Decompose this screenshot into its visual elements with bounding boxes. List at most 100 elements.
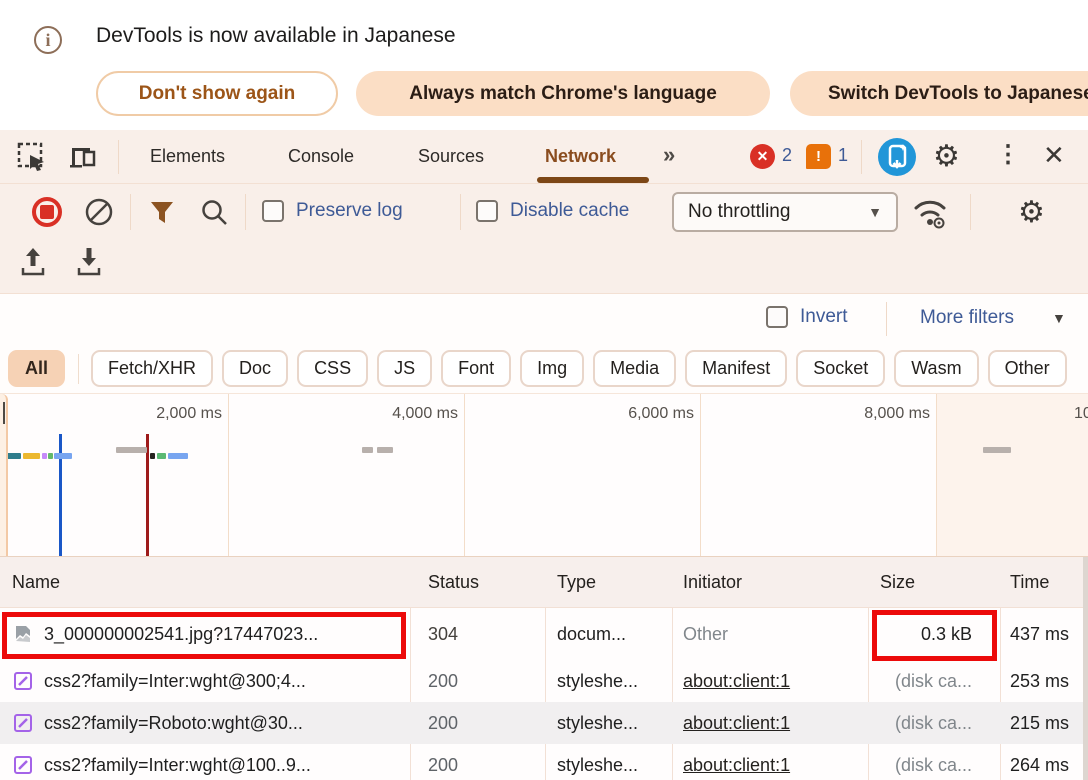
tab-console[interactable]: Console [288,130,354,183]
status-cell[interactable]: 200 [428,744,540,780]
disable-cache-control[interactable]: Disable cache [476,200,629,222]
throttling-dropdown[interactable]: No throttling ▼ [672,192,898,232]
chip-media[interactable]: Media [593,350,676,387]
header-status[interactable]: Status [428,557,479,608]
disable-cache-label: Disable cache [510,200,629,222]
timeline-label-4000: 4,000 ms [348,405,458,423]
tab-network[interactable]: Network [545,130,616,183]
annotation-box-name-cell [2,612,406,659]
time-cell[interactable]: 215 ms [1010,702,1088,744]
gridline-6000ms [700,394,701,557]
tab-elements[interactable]: Elements [150,130,225,183]
device-toolbar-icon[interactable] [68,142,98,172]
table-scrollbar[interactable] [1083,557,1088,780]
more-filters-caret-icon[interactable]: ▼ [1052,310,1066,326]
waterfall-bar-gray [116,447,147,453]
chip-socket[interactable]: Socket [796,350,885,387]
header-initiator[interactable]: Initiator [683,557,742,608]
more-tabs-button[interactable]: » [663,142,673,168]
chip-wasm[interactable]: Wasm [894,350,978,387]
header-time[interactable]: Time [1010,557,1049,608]
header-type[interactable]: Type [557,557,596,608]
waterfall-dash-gray-3 [983,447,1011,453]
dont-show-again-button[interactable]: Don't show again [96,71,338,116]
close-devtools-icon[interactable]: ✕ [1043,140,1065,171]
import-har-icon[interactable] [18,246,48,278]
filter-funnel-icon[interactable] [148,198,176,226]
tabbar-separator [118,140,119,174]
initiator-link[interactable]: about:client:1 [683,755,790,776]
clear-network-log-icon[interactable] [84,197,114,227]
status-cell[interactable]: 200 [428,660,540,702]
network-settings-gear-icon[interactable]: ⚙ [1018,195,1045,230]
type-cell[interactable]: styleshe... [557,702,667,744]
disable-cache-checkbox[interactable] [476,200,498,222]
initiator-cell[interactable]: about:client:1 [683,660,863,702]
header-size[interactable]: Size [880,557,915,608]
invert-checkbox[interactable] [766,306,788,328]
size-cell[interactable]: (disk ca... [868,702,986,744]
time-cell[interactable]: 253 ms [1010,660,1088,702]
table-row[interactable]: css2?family=Inter:wght@100..9... 200 sty… [0,744,1088,780]
chip-manifest[interactable]: Manifest [685,350,787,387]
request-name-cell[interactable]: css2?family=Inter:wght@100..9... [12,744,404,780]
network-conditions-icon[interactable] [912,196,948,230]
always-match-language-button[interactable]: Always match Chrome's language [356,71,770,116]
type-cell[interactable]: docum... [557,608,667,660]
initiator-link[interactable]: about:client:1 [683,671,790,692]
invert-control[interactable]: Invert [766,306,848,328]
selected-tab-underline [537,177,649,183]
request-name-cell[interactable]: css2?family=Inter:wght@300;4... [12,660,404,702]
inspect-element-icon[interactable] [17,142,47,172]
extension-device-icon[interactable] [878,138,916,176]
waterfall-bar-blue-2 [168,453,188,459]
size-cell[interactable]: (disk ca... [868,660,986,702]
settings-gear-icon[interactable]: ⚙ [933,139,960,174]
time-cell[interactable]: 437 ms [1010,608,1088,660]
initiator-link[interactable]: about:client:1 [683,713,790,734]
record-network-log-button[interactable] [32,197,62,227]
warning-count: 1 [838,145,848,166]
status-cell[interactable]: 200 [428,702,540,744]
chip-css[interactable]: CSS [297,350,368,387]
preserve-log-checkbox[interactable] [262,200,284,222]
time-cell[interactable]: 264 ms [1010,744,1088,780]
initiator-cell[interactable]: about:client:1 [683,702,863,744]
overview-grip-tick [3,402,5,424]
export-har-icon[interactable] [74,246,104,278]
chip-js[interactable]: JS [377,350,432,387]
type-cell[interactable]: styleshe... [557,744,667,780]
filter-row: Filter Invert More filters ▼ [0,294,1088,344]
initiator-cell[interactable]: about:client:1 [683,744,863,780]
waterfall-bar-yellow [23,453,40,459]
toolbar-separator [460,194,461,230]
status-cell[interactable]: 304 [428,608,540,660]
chip-img[interactable]: Img [520,350,584,387]
table-row[interactable]: css2?family=Inter:wght@300;4... 200 styl… [0,660,1088,702]
chip-doc[interactable]: Doc [222,350,288,387]
error-badge-icon[interactable]: ✕ [750,144,775,169]
preserve-log-control[interactable]: Preserve log [262,200,403,222]
size-cell[interactable]: (disk ca... [868,744,986,780]
header-name[interactable]: Name [12,557,60,608]
dropdown-caret-icon: ▼ [868,204,882,220]
search-icon[interactable] [200,198,228,226]
chip-all[interactable]: All [8,350,65,387]
type-cell[interactable]: styleshe... [557,660,667,702]
chip-font[interactable]: Font [441,350,511,387]
waterfall-dot-green [48,453,53,459]
timeline-label-10000-clipped: 10,000 ms [1074,405,1088,423]
initiator-cell[interactable]: Other [683,608,863,660]
tab-sources[interactable]: Sources [418,130,484,183]
table-row[interactable]: css2?family=Roboto:wght@30... 200 styles… [0,702,1088,744]
request-name-cell[interactable]: css2?family=Roboto:wght@30... [12,702,404,744]
stylesheet-icon [12,754,34,776]
more-filters-button[interactable]: More filters [920,307,1014,329]
network-overview-timeline[interactable]: 2,000 ms 4,000 ms 6,000 ms 8,000 ms 10,0… [0,394,1088,557]
warning-badge-icon[interactable]: ! [806,144,831,169]
switch-devtools-language-button[interactable]: Switch DevTools to Japanese [790,71,1088,116]
chip-fetch-xhr[interactable]: Fetch/XHR [91,350,213,387]
chip-other[interactable]: Other [988,350,1067,387]
kebab-menu-icon[interactable]: ⋮ [996,140,1020,169]
overview-left-grip[interactable] [0,394,8,557]
